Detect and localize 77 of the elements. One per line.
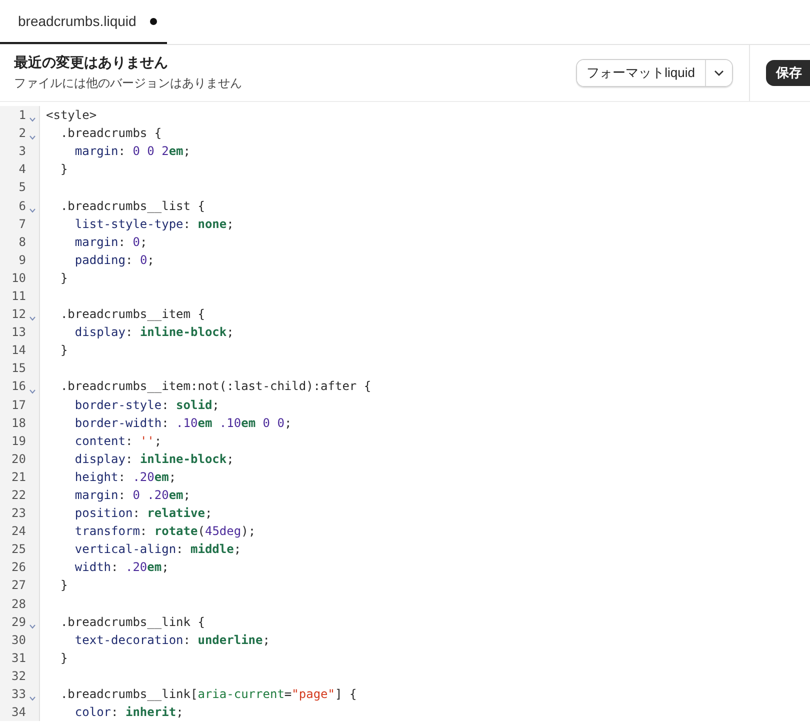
line-number: 6 [18,198,26,213]
line-number: 10 [12,270,26,285]
line-number: 15 [12,361,26,376]
line-number: 17 [12,398,26,412]
fold-chevron-icon[interactable] [29,624,36,629]
fold-chevron-icon[interactable] [29,316,36,322]
line-number: 29 [12,614,26,629]
code-line: margin: 0; [74,234,148,249]
line-number: 27 [12,578,26,592]
line-number: 2 [18,126,26,140]
line-number: 22 [12,488,26,502]
code-line: vertical-align: middle; [74,542,242,556]
code-line: color: inherit; [74,705,184,720]
code-line: margin: 0 0 2em; [74,144,191,158]
line-number: 4 [18,162,26,176]
line-number: 23 [12,506,26,520]
line-number: 32 [12,668,26,683]
code-line: border-width: .10em .10em 0 0; [74,416,292,430]
fold-chevron-icon[interactable] [29,117,36,122]
code-line: } [59,270,68,285]
code-line: padding: 0; [74,252,154,267]
code-line: list-style-type: none; [74,216,234,231]
line-number: 18 [12,416,26,430]
fold-chevron-icon[interactable] [29,208,36,213]
code-line: } [59,650,68,665]
chevron-down-icon [714,70,724,76]
code-line: display: inline-block; [74,452,234,466]
code-line: height: .20em; [74,470,176,484]
line-number: 8 [18,234,26,249]
code-line: text-decoration: underline; [74,632,270,647]
code-line: display: inline-block; [74,325,234,340]
line-number: 5 [18,180,26,194]
line-number: 9 [18,252,26,267]
fold-chevron-icon[interactable] [29,135,36,140]
line-number: 11 [12,288,26,303]
line-number: 16 [12,379,26,394]
fold-chevron-icon[interactable] [29,388,36,394]
fold-chevron-icon[interactable] [29,696,36,702]
line-number: 14 [12,343,26,358]
code-line: position: relative; [74,506,212,520]
code-line: border-style: solid; [74,398,220,412]
code-line: } [59,162,68,176]
line-number: 1 [18,108,26,122]
line-number: 24 [12,524,26,538]
line-number: 31 [12,650,26,665]
line-number: 26 [12,560,26,574]
code-line: } [59,578,68,592]
file-tab[interactable]: breadcrumbs.liquid [0,0,167,44]
status-subtitle: ファイルには他のバージョンはありません [14,75,243,92]
line-number: 19 [12,434,26,448]
line-number: 30 [12,632,26,647]
code-line: margin: 0 .20em; [74,488,191,502]
save-button[interactable]: 保存 [766,60,810,86]
code-line: width: .20em; [74,560,169,574]
status-title: 最近の変更はありません [14,54,169,72]
code-line: .breadcrumbs__item { [59,307,205,322]
code-line: .breadcrumbs__list { [59,198,205,213]
code-line: .breadcrumbs { [59,126,162,140]
code-line: content: ''; [74,434,162,448]
code-line: transform: rotate(45deg); [74,524,256,538]
line-number: 7 [18,216,26,231]
code-line: .breadcrumbs__item:not(:last-child):after { [59,379,372,394]
code-line: .breadcrumbs__link[aria-current="page"] { [59,687,357,702]
line-number: 34 [12,705,26,720]
code-line: } [59,343,68,358]
line-number: 12 [12,307,26,322]
line-number: 25 [12,542,26,556]
line-number: 3 [18,144,26,158]
line-number: 21 [12,470,26,484]
code-line: .breadcrumbs__link { [59,614,205,629]
dropdown-button[interactable] [706,60,732,86]
line-number: 28 [12,596,26,611]
format-button[interactable]: フォーマットliquid [576,60,706,86]
line-number: 13 [12,325,26,340]
line-number: 20 [12,452,26,466]
line-number: 33 [12,687,26,702]
code-line: <style> [46,108,97,122]
